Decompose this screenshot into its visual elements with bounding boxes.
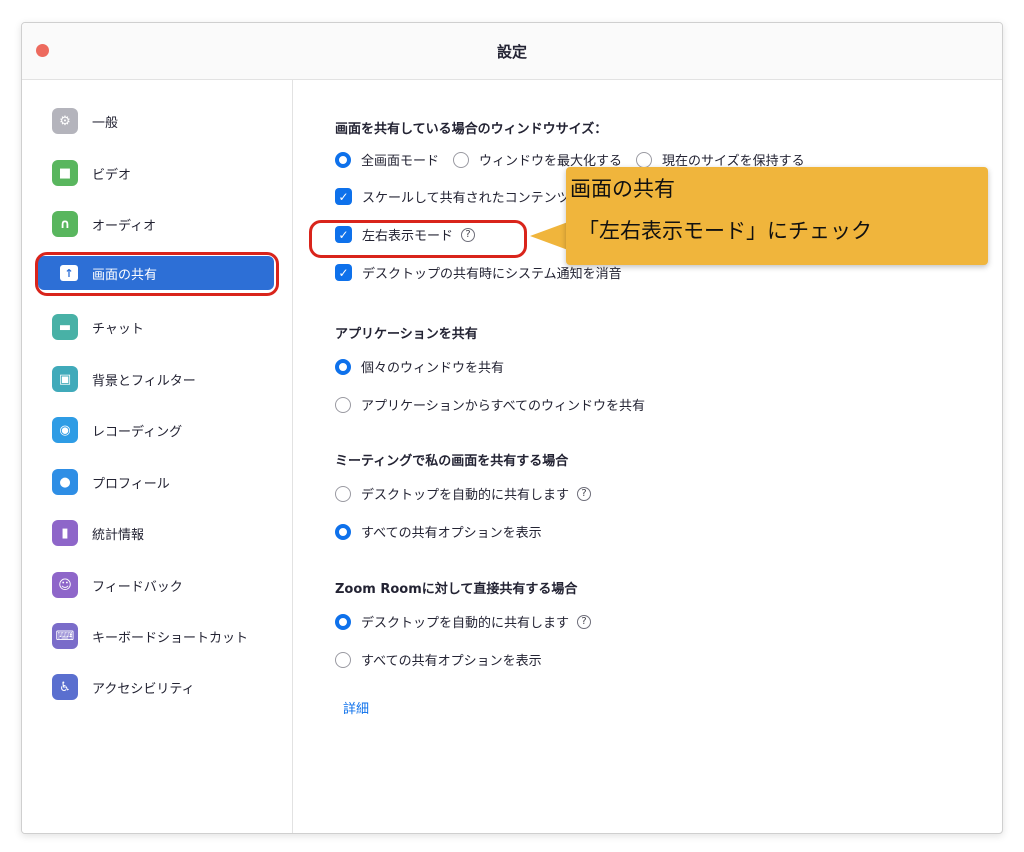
sidebar-item-label: プロフィール — [92, 476, 170, 492]
sidebar-item-keyboard-shortcuts[interactable]: ⌨ キーボードショートカット — [38, 619, 274, 653]
checkbox-scale-content[interactable]: ✓ スケールして共有されたコンテンツ — [335, 187, 570, 206]
sidebar-item-audio[interactable]: ∩ オーディオ — [38, 207, 274, 241]
option-label: 全画面モード — [361, 154, 440, 169]
option-label: 個々のウィンドウを共有 — [361, 361, 505, 376]
chat-bubble-icon: ▬ — [52, 314, 78, 340]
radio[interactable] — [335, 396, 351, 413]
sidebar-item-label: レコーディング — [92, 424, 183, 440]
radio[interactable] — [335, 485, 351, 502]
checkbox-label: デスクトップの共有時にシステム通知を消音 — [362, 267, 622, 282]
keyboard-icon: ⌨ — [52, 623, 78, 649]
sidebar-item-label: 統計情報 — [92, 527, 145, 543]
sidebar-item-statistics[interactable]: ▮ 統計情報 — [38, 516, 274, 550]
help-icon[interactable]: ? — [461, 227, 476, 242]
sidebar-item-feedback[interactable]: ☺ フィードバック — [38, 568, 274, 602]
profile-icon: ● — [52, 469, 78, 495]
radio-selected[interactable] — [335, 613, 351, 630]
checkbox-checked[interactable]: ✓ — [335, 188, 352, 205]
sidebar-item-profile[interactable]: ● プロフィール — [38, 465, 274, 499]
sidebar: ⚙ 一般 ■ ビデオ ∩ オーディオ ↑ 画面の共有 ▬ チャット ▣ 背景とフ… — [22, 80, 293, 833]
sidebar-item-share-screen[interactable]: ↑ 画面の共有 — [38, 256, 274, 290]
radio[interactable] — [636, 151, 653, 168]
sidebar-item-label: オーディオ — [92, 218, 157, 234]
option-label: デスクトップを自動的に共有します — [361, 488, 570, 503]
checkbox-label: 左右表示モード — [362, 229, 454, 244]
sidebar-item-label: 画面の共有 — [92, 267, 158, 283]
callout-line-2: 「左右表示モード」にチェック — [578, 219, 872, 243]
settings-window: 設定 ⚙ 一般 ■ ビデオ ∩ オーディオ ↑ 画面の共有 ▬ チャット ▣ 背… — [21, 22, 1003, 834]
zoom-room-option-show-all[interactable]: すべての共有オプションを表示 — [335, 650, 542, 669]
sidebar-item-label: キーボードショートカット — [92, 630, 249, 646]
app-share-option-all-windows[interactable]: アプリケーションからすべてのウィンドウを共有 — [335, 395, 645, 414]
sidebar-item-general[interactable]: ⚙ 一般 — [38, 104, 274, 138]
radio[interactable] — [335, 651, 351, 668]
advanced-link[interactable]: 詳細 — [343, 698, 369, 717]
stats-bar-icon: ▮ — [52, 520, 78, 546]
video-camera-icon: ■ — [52, 160, 78, 186]
window-title: 設定 — [496, 43, 527, 61]
callout-arrow — [530, 222, 568, 250]
meeting-share-option-show-all[interactable]: すべての共有オプションを表示 — [335, 522, 542, 541]
gear-icon: ⚙ — [52, 108, 78, 134]
record-icon: ◉ — [52, 417, 78, 443]
checkbox-checked[interactable]: ✓ — [335, 226, 352, 243]
callout-line-1: 画面の共有 — [570, 177, 675, 201]
headphones-icon: ∩ — [52, 211, 78, 237]
option-label: デスクトップを自動的に共有します — [361, 616, 570, 631]
zoom-room-share-section-title: Zoom Roomに対して直接共有する場合 — [335, 582, 578, 597]
app-share-option-individual[interactable]: 個々のウィンドウを共有 — [335, 357, 504, 376]
accessibility-icon: ♿ — [52, 674, 78, 700]
help-icon[interactable]: ? — [577, 486, 592, 501]
checkbox-label: スケールして共有されたコンテンツ — [362, 191, 570, 206]
sidebar-item-label: チャット — [92, 321, 144, 337]
help-icon[interactable]: ? — [577, 614, 592, 629]
radio[interactable] — [453, 151, 470, 168]
title-bar: 設定 — [22, 23, 1002, 80]
sidebar-item-label: アクセシビリティ — [92, 681, 195, 697]
zoom-room-option-auto-desktop[interactable]: デスクトップを自動的に共有します ? — [335, 612, 592, 631]
app-share-section-title: アプリケーションを共有 — [335, 327, 478, 342]
option-label: アプリケーションからすべてのウィンドウを共有 — [361, 399, 646, 414]
annotation-callout: 画面の共有 「左右表示モード」にチェック — [566, 167, 988, 265]
radio-selected[interactable] — [335, 523, 351, 540]
sidebar-item-label: フィードバック — [92, 579, 183, 595]
option-label: すべての共有オプションを表示 — [361, 654, 542, 669]
option-label: すべての共有オプションを表示 — [361, 526, 542, 541]
sidebar-item-accessibility[interactable]: ♿ アクセシビリティ — [38, 670, 274, 704]
window-size-section-title: 画面を共有している場合のウィンドウサイズ： — [335, 122, 608, 137]
sidebar-item-label: ビデオ — [92, 167, 132, 183]
radio-selected[interactable] — [335, 358, 351, 375]
sidebar-item-video[interactable]: ■ ビデオ — [38, 156, 274, 190]
sidebar-item-recording[interactable]: ◉ レコーディング — [38, 413, 274, 447]
sidebar-item-background[interactable]: ▣ 背景とフィルター — [38, 362, 274, 396]
checkbox-silence-notifications[interactable]: ✓ デスクトップの共有時にシステム通知を消音 — [335, 263, 622, 282]
meeting-share-option-auto-desktop[interactable]: デスクトップを自動的に共有します ? — [335, 484, 592, 503]
sidebar-item-label: 背景とフィルター — [92, 373, 196, 389]
window-size-option-fullscreen[interactable]: 全画面モード — [335, 150, 439, 169]
checkbox-side-by-side-mode[interactable]: ✓ 左右表示モード ? — [335, 225, 476, 244]
smile-icon: ☺ — [52, 572, 78, 598]
meeting-share-section-title: ミーティングで私の画面を共有する場合 — [335, 454, 569, 469]
checkbox-checked[interactable]: ✓ — [335, 264, 352, 281]
sidebar-item-chat[interactable]: ▬ チャット — [38, 310, 274, 344]
background-person-icon: ▣ — [52, 366, 78, 392]
share-screen-icon: ↑ — [60, 265, 78, 281]
radio-selected[interactable] — [335, 151, 351, 168]
sidebar-item-label: 一般 — [92, 115, 119, 131]
